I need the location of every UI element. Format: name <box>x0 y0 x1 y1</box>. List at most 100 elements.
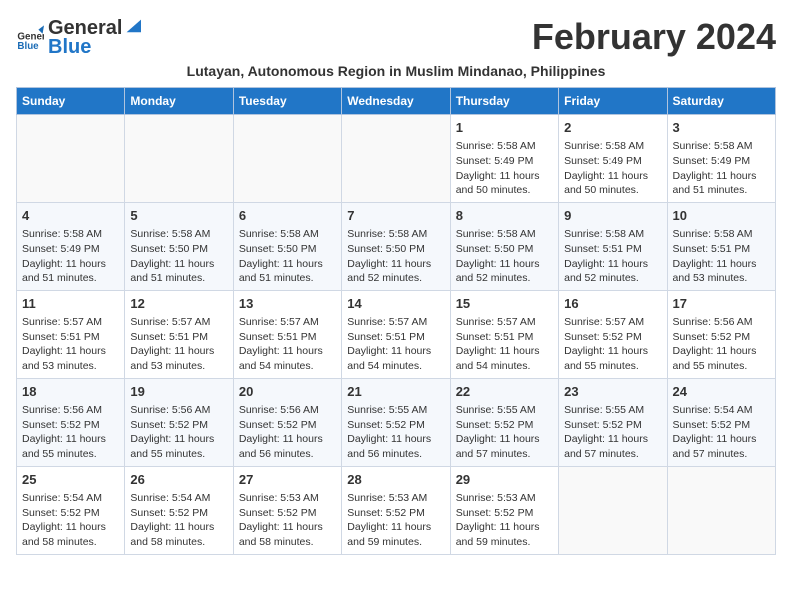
calendar-cell <box>342 115 450 203</box>
calendar-cell: 11 Sunrise: 5:57 AMSunset: 5:51 PMDayligh… <box>17 290 125 378</box>
calendar-cell: 6 Sunrise: 5:58 AMSunset: 5:50 PMDaylight… <box>233 202 341 290</box>
logo: General Blue General Blue <box>16 16 142 59</box>
day-number: 10 <box>673 207 770 225</box>
calendar-cell <box>125 115 233 203</box>
day-number: 9 <box>564 207 661 225</box>
day-number: 28 <box>347 471 444 489</box>
day-info: Sunrise: 5:58 AMSunset: 5:50 PMDaylight:… <box>347 227 444 286</box>
day-number: 20 <box>239 383 336 401</box>
day-info: Sunrise: 5:55 AMSunset: 5:52 PMDaylight:… <box>347 403 444 462</box>
day-number: 22 <box>456 383 553 401</box>
calendar-cell: 13 Sunrise: 5:57 AMSunset: 5:51 PMDayligh… <box>233 290 341 378</box>
column-header-saturday: Saturday <box>667 88 775 115</box>
column-header-monday: Monday <box>125 88 233 115</box>
day-number: 16 <box>564 295 661 313</box>
day-info: Sunrise: 5:57 AMSunset: 5:52 PMDaylight:… <box>564 315 661 374</box>
day-number: 8 <box>456 207 553 225</box>
column-header-friday: Friday <box>559 88 667 115</box>
calendar-cell: 5Sunrise: 5:58 AMSunset: 5:50 PMDaylight… <box>125 202 233 290</box>
day-info: Sunrise: 5:57 AMSunset: 5:51 PMDaylight:… <box>22 315 119 374</box>
day-number: 19 <box>130 383 227 401</box>
day-info: Sunrise: 5:57 AMSunset: 5:51 PMDaylight:… <box>239 315 336 374</box>
column-header-tuesday: Tuesday <box>233 88 341 115</box>
calendar-cell <box>559 466 667 554</box>
day-number: 25 <box>22 471 119 489</box>
calendar-cell: 12 Sunrise: 5:57 AMSunset: 5:51 PMDayligh… <box>125 290 233 378</box>
day-info: Sunrise: 5:56 AMSunset: 5:52 PMDaylight:… <box>130 403 227 462</box>
day-info: Sunrise: 5:57 AMSunset: 5:51 PMDaylight:… <box>347 315 444 374</box>
calendar-cell: 26 Sunrise: 5:54 AMSunset: 5:52 PMDayligh… <box>125 466 233 554</box>
day-info: Sunrise: 5:53 AMSunset: 5:52 PMDaylight:… <box>456 491 553 550</box>
day-number: 14 <box>347 295 444 313</box>
day-number: 6 <box>239 207 336 225</box>
day-info: Sunrise: 5:58 AMSunset: 5:49 PMDaylight:… <box>22 227 119 286</box>
day-info: Sunrise: 5:55 AMSunset: 5:52 PMDaylight:… <box>456 403 553 462</box>
logo-icon: General Blue <box>16 24 44 52</box>
day-number: 27 <box>239 471 336 489</box>
calendar-week-row: 18 Sunrise: 5:56 AMSunset: 5:52 PMDayligh… <box>17 378 776 466</box>
day-number: 26 <box>130 471 227 489</box>
day-number: 1 <box>456 119 553 137</box>
day-number: 18 <box>22 383 119 401</box>
svg-text:Blue: Blue <box>17 41 39 52</box>
day-number: 4 <box>22 207 119 225</box>
calendar-table: SundayMondayTuesdayWednesdayThursdayFrid… <box>16 87 776 555</box>
day-number: 2 <box>564 119 661 137</box>
calendar-cell: 27Sunrise: 5:53 AMSunset: 5:52 PMDayligh… <box>233 466 341 554</box>
calendar-header-row: SundayMondayTuesdayWednesdayThursdayFrid… <box>17 88 776 115</box>
day-info: Sunrise: 5:56 AMSunset: 5:52 PMDaylight:… <box>22 403 119 462</box>
day-number: 17 <box>673 295 770 313</box>
day-number: 12 <box>130 295 227 313</box>
day-info: Sunrise: 5:55 AMSunset: 5:52 PMDaylight:… <box>564 403 661 462</box>
calendar-cell <box>17 115 125 203</box>
day-info: Sunrise: 5:58 AMSunset: 5:51 PMDaylight:… <box>564 227 661 286</box>
day-info: Sunrise: 5:58 AMSunset: 5:50 PMDaylight:… <box>239 227 336 286</box>
calendar-week-row: 11 Sunrise: 5:57 AMSunset: 5:51 PMDayligh… <box>17 290 776 378</box>
day-info: Sunrise: 5:57 AMSunset: 5:51 PMDaylight:… <box>130 315 227 374</box>
month-title: February 2024 <box>532 16 776 58</box>
calendar-cell: 9 Sunrise: 5:58 AMSunset: 5:51 PMDaylight… <box>559 202 667 290</box>
day-number: 11 <box>22 295 119 313</box>
day-number: 13 <box>239 295 336 313</box>
calendar-cell: 18 Sunrise: 5:56 AMSunset: 5:52 PMDayligh… <box>17 378 125 466</box>
day-info: Sunrise: 5:58 AMSunset: 5:49 PMDaylight:… <box>564 139 661 198</box>
header: General Blue General Blue February 2024 <box>16 16 776 59</box>
calendar-week-row: 1 Sunrise: 5:58 AMSunset: 5:49 PMDaylight… <box>17 115 776 203</box>
calendar-subtitle: Lutayan, Autonomous Region in Muslim Min… <box>16 63 776 79</box>
day-info: Sunrise: 5:58 AMSunset: 5:49 PMDaylight:… <box>673 139 770 198</box>
day-number: 23 <box>564 383 661 401</box>
day-info: Sunrise: 5:58 AMSunset: 5:50 PMDaylight:… <box>456 227 553 286</box>
calendar-cell: 10 Sunrise: 5:58 AMSunset: 5:51 PMDayligh… <box>667 202 775 290</box>
day-number: 15 <box>456 295 553 313</box>
day-info: Sunrise: 5:56 AMSunset: 5:52 PMDaylight:… <box>673 315 770 374</box>
calendar-cell: 2 Sunrise: 5:58 AMSunset: 5:49 PMDaylight… <box>559 115 667 203</box>
day-number: 3 <box>673 119 770 137</box>
calendar-cell: 15 Sunrise: 5:57 AMSunset: 5:51 PMDayligh… <box>450 290 558 378</box>
calendar-cell: 4 Sunrise: 5:58 AMSunset: 5:49 PMDaylight… <box>17 202 125 290</box>
calendar-cell: 3 Sunrise: 5:58 AMSunset: 5:49 PMDaylight… <box>667 115 775 203</box>
logo-triangle-icon <box>123 16 141 34</box>
column-header-sunday: Sunday <box>17 88 125 115</box>
calendar-cell <box>667 466 775 554</box>
calendar-cell: 22 Sunrise: 5:55 AMSunset: 5:52 PMDayligh… <box>450 378 558 466</box>
day-info: Sunrise: 5:54 AMSunset: 5:52 PMDaylight:… <box>130 491 227 550</box>
day-info: Sunrise: 5:57 AMSunset: 5:51 PMDaylight:… <box>456 315 553 374</box>
calendar-cell: 24Sunrise: 5:54 AMSunset: 5:52 PMDayligh… <box>667 378 775 466</box>
day-info: Sunrise: 5:56 AMSunset: 5:52 PMDaylight:… <box>239 403 336 462</box>
calendar-week-row: 25 Sunrise: 5:54 AMSunset: 5:52 PMDayligh… <box>17 466 776 554</box>
calendar-cell: 25Sunrise: 5:54 AMSunset: 5:52 PMDayligh… <box>17 466 125 554</box>
day-info: Sunrise: 5:58 AMSunset: 5:51 PMDaylight:… <box>673 227 770 286</box>
calendar-cell: 16 Sunrise: 5:57 AMSunset: 5:52 PMDayligh… <box>559 290 667 378</box>
calendar-cell: 14 Sunrise: 5:57 AMSunset: 5:51 PMDayligh… <box>342 290 450 378</box>
calendar-cell: 28 Sunrise: 5:53 AMSunset: 5:52 PMDayligh… <box>342 466 450 554</box>
column-header-thursday: Thursday <box>450 88 558 115</box>
day-number: 24 <box>673 383 770 401</box>
calendar-cell: 19 Sunrise: 5:56 AMSunset: 5:52 PMDayligh… <box>125 378 233 466</box>
calendar-cell: 7Sunrise: 5:58 AMSunset: 5:50 PMDaylight… <box>342 202 450 290</box>
day-number: 21 <box>347 383 444 401</box>
calendar-cell: 23 Sunrise: 5:55 AMSunset: 5:52 PMDayligh… <box>559 378 667 466</box>
day-info: Sunrise: 5:53 AMSunset: 5:52 PMDaylight:… <box>347 491 444 550</box>
calendar-cell: 29Sunrise: 5:53 AMSunset: 5:52 PMDayligh… <box>450 466 558 554</box>
calendar-cell: 17 Sunrise: 5:56 AMSunset: 5:52 PMDayligh… <box>667 290 775 378</box>
day-number: 5 <box>130 207 227 225</box>
